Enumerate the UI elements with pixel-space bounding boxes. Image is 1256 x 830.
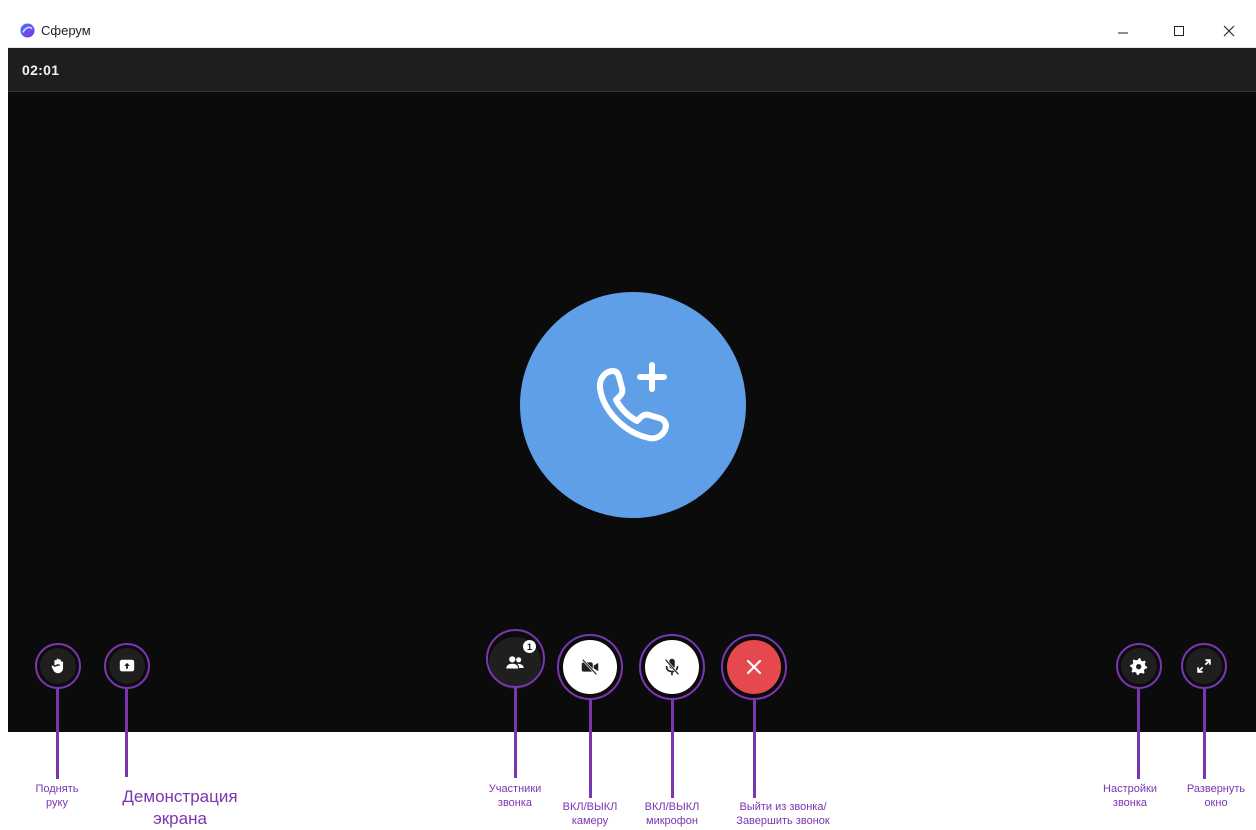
microphone-toggle-button[interactable] xyxy=(645,640,699,694)
settings-pointer xyxy=(1137,689,1140,779)
screen-share-button[interactable] xyxy=(109,648,145,684)
minimize-button[interactable] xyxy=(1100,14,1146,48)
close-window-button[interactable] xyxy=(1206,14,1252,48)
expand-pointer xyxy=(1203,689,1206,779)
maximize-icon xyxy=(1174,26,1184,36)
participants-icon xyxy=(506,656,524,669)
mic-off-icon xyxy=(664,658,680,676)
window-title: Сферум xyxy=(41,23,91,38)
raise-hand-label: Поднять руку xyxy=(35,783,79,809)
participants-label: Участники звонка xyxy=(488,783,542,809)
camera-pointer xyxy=(589,700,592,798)
minimize-icon xyxy=(1118,32,1128,34)
end-call-label: Выйти из звонка/ Завершить звонок xyxy=(736,801,830,827)
invite-to-call-button[interactable] xyxy=(520,292,746,518)
microphone-label: ВКЛ/ВЫКЛ микрофон xyxy=(644,801,700,827)
call-stage xyxy=(8,92,1256,732)
call-header: 02:01 xyxy=(8,48,1256,92)
screen-share-label: Демонстрация экрана xyxy=(122,787,238,828)
close-window-icon xyxy=(1223,25,1235,37)
settings-button[interactable] xyxy=(1121,648,1157,684)
camera-off-icon xyxy=(581,658,599,676)
expand-icon xyxy=(1197,659,1211,673)
expand-window-button[interactable] xyxy=(1186,648,1222,684)
raise-hand-button[interactable] xyxy=(40,648,76,684)
add-call-icon xyxy=(596,362,669,442)
camera-toggle-button[interactable] xyxy=(563,640,617,694)
settings-label: Настройки звонка xyxy=(1103,783,1157,809)
participants-button[interactable]: 1 xyxy=(489,637,541,689)
app-window: Сферум 02:01 1 Поднять руку Демонстрация… xyxy=(0,0,1256,830)
microphone-pointer xyxy=(671,700,674,798)
title-bar: Сферум xyxy=(8,14,1256,48)
call-timer: 02:01 xyxy=(22,62,60,78)
participants-count-badge: 1 xyxy=(523,640,536,653)
app-logo-icon xyxy=(20,23,35,38)
maximize-button[interactable] xyxy=(1156,14,1202,48)
camera-label: ВКЛ/ВЫКЛ камеру xyxy=(562,801,618,827)
raise-hand-icon xyxy=(51,658,64,674)
screen-share-icon xyxy=(119,659,135,672)
raise-hand-pointer xyxy=(56,689,59,779)
end-call-pointer xyxy=(753,700,756,798)
close-icon xyxy=(746,659,762,675)
screen-share-pointer xyxy=(125,689,128,777)
participants-pointer xyxy=(514,688,517,778)
gear-icon xyxy=(1130,658,1148,676)
expand-label: Развернуть окно xyxy=(1186,783,1246,809)
end-call-button[interactable] xyxy=(727,640,781,694)
